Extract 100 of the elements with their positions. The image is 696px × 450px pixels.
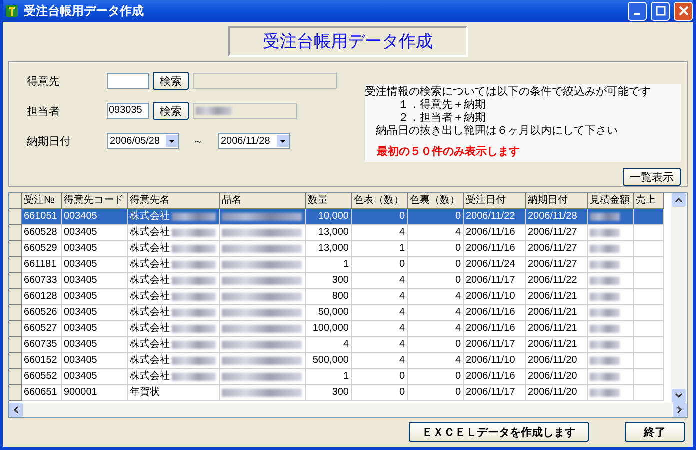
row-header[interactable] [9,241,22,257]
column-header[interactable]: 受注№ [22,193,62,209]
search-button[interactable]: 検索 [153,102,189,120]
column-header[interactable]: 受注日付 [464,193,526,209]
cell-text: 661181 [24,258,57,272]
row-header[interactable] [9,321,22,337]
cell-text: 2006/11/16 [466,226,516,240]
cell-text: 0 [455,242,461,256]
cell-text: 4 [343,338,349,352]
scroll-down-icon[interactable] [675,393,683,399]
cell-text: 0 [455,386,461,400]
scroll-up-icon[interactable] [675,197,683,203]
row-header[interactable] [9,257,22,273]
table-row[interactable]: 660733 003405 株式会社 300 4 0 2006/11/17 2006/11/22 [9,273,671,289]
cell-text: 13,000 [318,242,349,256]
date-dropdown[interactable]: 2006/05/28 [107,133,179,149]
blurred-text [590,228,620,236]
column-header[interactable]: 色裏（数） [408,193,464,209]
cell-text: 003405 [64,370,98,384]
customer-code-field[interactable] [107,73,149,89]
cell-text: 660528 [24,226,58,240]
cell-text: 4 [455,354,461,368]
cell-text: 2006/11/24 [466,258,516,272]
cell-text: 株式会社 [130,338,170,352]
table-row[interactable]: 661181 003405 株式会社 1 0 0 2006/11/24 2006/11/27 [9,257,671,273]
cell-text: 003405 [64,274,98,288]
close-button[interactable] [674,2,693,20]
cell-text: 4 [399,306,405,320]
cell-text: 2006/11/10 [466,290,516,304]
scroll-left-icon[interactable] [13,406,19,414]
cell-text: 株式会社 [130,226,170,240]
row-header[interactable] [9,225,22,241]
row-header[interactable] [9,273,22,289]
cell-text: 2006/11/10 [466,354,516,368]
column-header[interactable]: 納期日付 [526,193,588,209]
cell-text: 4 [399,338,405,352]
table-row[interactable]: 660152 003405 株式会社 500,000 4 4 2006/11/10 2006/11/20 [9,353,671,369]
cell-text: 4 [455,306,461,320]
cell-text: 660552 [24,370,58,384]
cell-text: 株式会社 [130,354,170,368]
range-separator: ～ [193,134,204,148]
scroll-right-icon[interactable] [677,406,683,414]
horizontal-scrollbar[interactable] [9,403,687,417]
cell-text: 4 [399,290,405,304]
table-row[interactable]: 660526 003405 株式会社 50,000 4 4 2006/11/16 2006/11/21 [9,305,671,321]
cell-text: 13,000 [318,226,349,240]
cell-text: 800 [332,290,349,304]
cell-text: 株式会社 [130,242,170,256]
table-row[interactable]: 660528 003405 株式会社 13,000 4 4 2006/11/16 2006/11/27 [9,225,671,241]
table-row[interactable]: 660552 003405 株式会社 1 0 0 2006/11/16 2006/11/20 [9,369,671,385]
cell-text: 0 [455,258,461,272]
window-title: 受注台帳用データ作成 [24,2,145,20]
cell-text: 0 [399,370,405,384]
search-button[interactable]: 検索 [153,72,189,90]
cell-text: 0 [399,258,405,272]
cell-text: 50,000 [318,306,349,320]
date-dropdown[interactable]: 2006/11/28 [218,133,290,149]
cell-text: 100,000 [312,322,349,336]
cell-text: 0 [455,274,461,288]
column-header[interactable]: 得意先コード [62,193,128,209]
column-header[interactable]: 見積金額 [588,193,634,209]
row-header[interactable] [9,305,22,321]
cell-text: 2006/11/22 [528,274,578,288]
blurred-text [172,292,216,300]
cell-text: 2006/11/27 [528,258,578,272]
info-text: ２．担当者＋納期 [397,112,487,125]
list-button[interactable]: 一覧表示 [623,168,681,186]
column-header[interactable]: 得意先名 [128,193,220,209]
blurred-text [172,308,216,316]
cell-text: 660128 [24,290,58,304]
exit-button[interactable]: 終了 [625,422,685,442]
cell-text: 0 [455,370,461,384]
table-row[interactable]: 660735 003405 株式会社 4 4 0 2006/11/17 2006/11/21 [9,337,671,353]
blurred-text [590,372,620,380]
blurred-text [590,276,620,284]
row-header[interactable] [9,369,22,385]
table-row[interactable]: 661051 003405 株式会社 10,000 0 0 2006/11/22 2006/11/28 [9,209,671,225]
row-header[interactable] [9,337,22,353]
table-row[interactable]: 660527 003405 株式会社 100,000 4 4 2006/11/16 2006/11/21 [9,321,671,337]
row-header[interactable] [9,353,22,369]
staff-code-field[interactable]: 093035 [107,103,149,119]
export-button[interactable]: ＥＸＣＥＬデータを作成します [409,422,589,442]
maximize-button[interactable] [651,2,670,20]
cell-text: 2006/11/27 [528,242,578,256]
table-row[interactable]: 660529 003405 株式会社 13,000 1 0 2006/11/16 2006/11/27 [9,241,671,257]
row-header[interactable] [9,209,22,225]
table-row[interactable]: 660128 003405 株式会社 800 4 4 2006/11/10 2006/11/21 [9,289,671,305]
cell-text: 1 [399,242,405,256]
column-header[interactable]: 色表（数） [352,193,408,209]
row-header[interactable] [9,289,22,305]
column-header[interactable]: 数量 [306,193,352,209]
column-header[interactable]: 売上 [634,193,664,209]
minimize-button[interactable] [628,2,647,20]
cell-text: 4 [399,274,405,288]
column-header[interactable]: 品名 [220,193,306,209]
vertical-scrollbar[interactable] [671,193,687,403]
cell-text: 2006/11/17 [466,274,516,288]
cell-text: 2006/11/21 [528,290,578,304]
row-header[interactable] [9,385,22,401]
table-row[interactable]: 660651 900001 年賀状 300 0 0 2006/11/17 2006/11/20 [9,385,671,401]
